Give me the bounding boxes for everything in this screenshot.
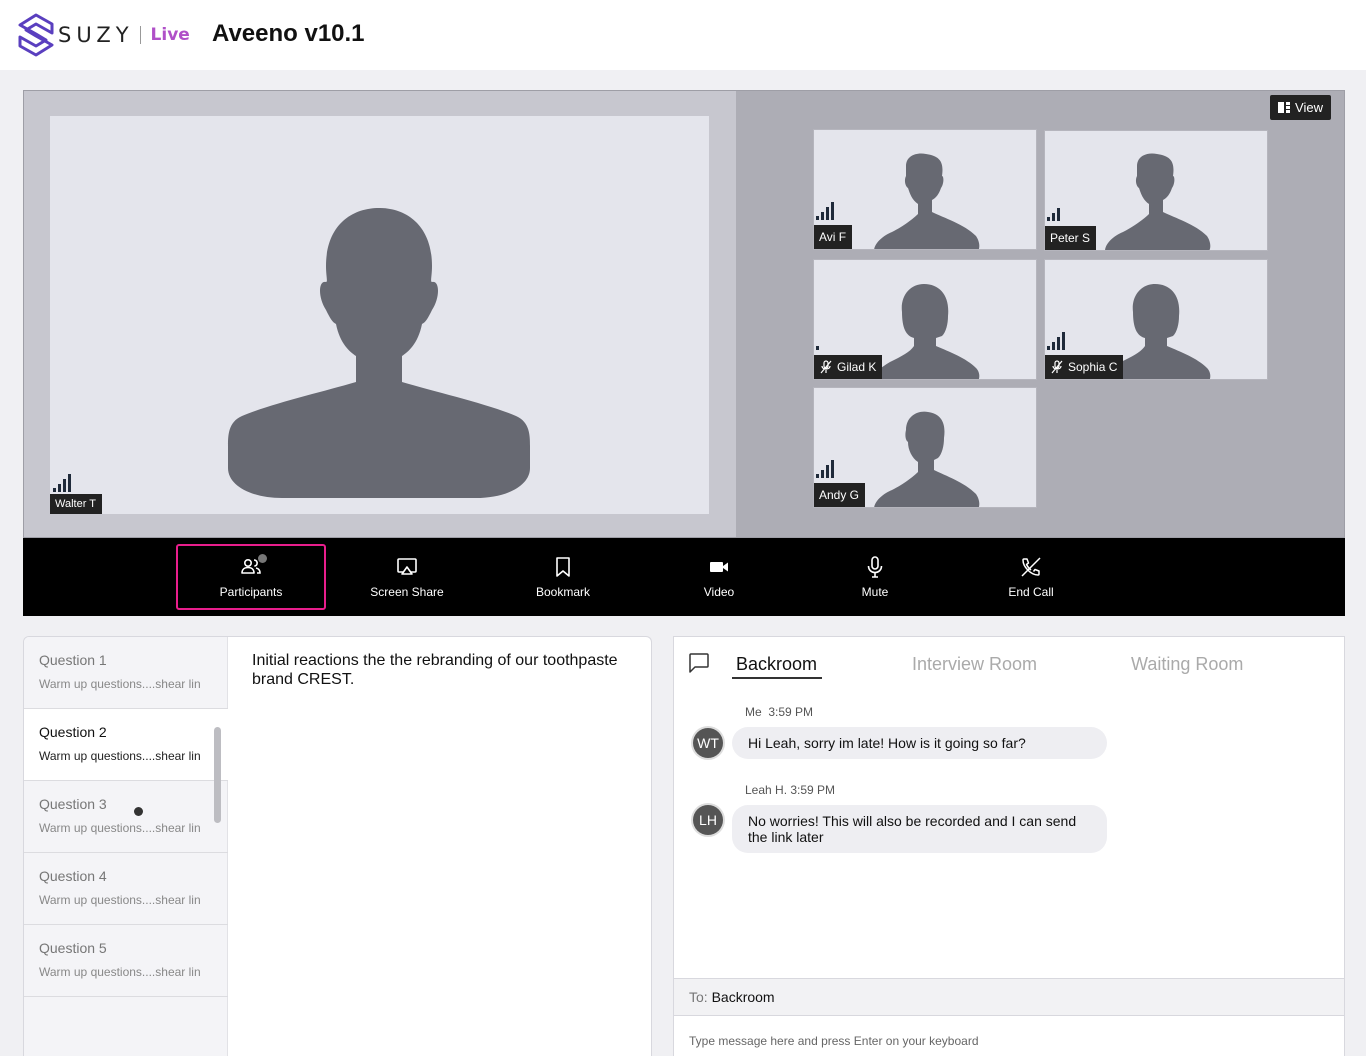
mic-off-icon: [1051, 360, 1063, 374]
message-input[interactable]: [689, 1034, 1329, 1048]
mute-label: Mute: [861, 585, 889, 599]
brand-live: Live: [150, 25, 190, 45]
signal-strength-icon: [816, 460, 834, 478]
participant-name-tag: Sophia C: [1045, 355, 1124, 379]
tab-interview-room[interactable]: Interview Room: [912, 654, 1037, 675]
end-call-button[interactable]: End Call: [956, 544, 1106, 610]
page-title: Aveeno v10.1: [212, 20, 365, 47]
participant-name: Walter T: [55, 498, 96, 510]
call-toolbar: Participants Screen Share Bookmark Video…: [23, 538, 1345, 616]
question-item[interactable]: Question 4 Warm up questions....shear li…: [24, 853, 228, 925]
active-tab-indicator: [732, 677, 822, 679]
suzy-logo[interactable]: SUZY Live: [18, 13, 190, 57]
brand-separator: [139, 26, 141, 44]
person-silhouette-icon: [872, 284, 980, 379]
participant-name-tag: Walter T: [50, 494, 102, 514]
layout-grid-icon: [1278, 102, 1291, 113]
question-item-selected[interactable]: Question 2 Warm up questions....shear li…: [24, 709, 228, 781]
end-call-label: End Call: [1008, 585, 1054, 599]
question-subtitle: Warm up questions....shear lin: [39, 749, 201, 763]
signal-strength-icon: [1047, 208, 1060, 221]
question-detail-text: Initial reactions the the rebranding of …: [252, 652, 618, 688]
signal-strength-icon: [1047, 332, 1065, 350]
video-label: Video: [703, 585, 735, 599]
participant-tile[interactable]: Gilad K: [813, 259, 1037, 380]
question-list-scrollbar[interactable]: [214, 727, 221, 823]
person-silhouette-icon: [874, 411, 980, 507]
question-subtitle: Warm up questions....shear lin: [39, 677, 201, 691]
participant-name: Andy G: [819, 488, 860, 502]
participant-name-tag: Peter S: [1045, 226, 1097, 250]
end-call-icon: [1021, 557, 1041, 577]
participant-name-tag: Andy G: [814, 483, 866, 507]
message-bubble: Hi Leah, sorry im late! How is it going …: [732, 727, 1107, 759]
question-title: Question 2: [39, 724, 107, 740]
screen-share-button[interactable]: Screen Share: [332, 544, 482, 610]
view-label: View: [1295, 100, 1323, 115]
question-subtitle: Warm up questions....shear lin: [39, 893, 201, 907]
participant-tile[interactable]: Peter S: [1044, 130, 1268, 251]
video-camera-icon: [710, 562, 728, 572]
participant-name: Sophia C: [1068, 360, 1118, 374]
person-silhouette-icon: [1105, 153, 1211, 250]
questions-panel: Question 1 Warm up questions....shear li…: [23, 636, 652, 1056]
bookmark-label: Bookmark: [535, 585, 591, 599]
question-subtitle: Warm up questions....shear lin: [39, 821, 201, 835]
main-video-tile[interactable]: Walter T: [50, 116, 709, 514]
participant-name-tag: Gilad K: [814, 355, 883, 379]
recipient-value: Backroom: [711, 989, 775, 1005]
signal-strength-icon: [816, 346, 819, 350]
participants-button[interactable]: Participants: [176, 544, 326, 610]
participant-tile[interactable]: Andy G: [813, 387, 1037, 508]
screen-share-icon: [397, 558, 417, 575]
suzy-s-icon: [18, 13, 54, 57]
main-video-area: Walter T: [24, 91, 736, 537]
status-dot: [134, 807, 143, 816]
recipient-bar[interactable]: To: Backroom: [674, 978, 1344, 1016]
message-meta: Leah H. 3:59 PM: [745, 783, 836, 797]
person-silhouette-icon: [874, 153, 980, 249]
brand-word: SUZY: [58, 23, 134, 47]
signal-strength-icon: [816, 202, 834, 220]
participants-label: Participants: [219, 585, 283, 599]
video-stage: Walter T View Avi F Peter S Gilad K Soph…: [23, 90, 1345, 538]
question-title: Question 5: [39, 940, 107, 956]
message-bubble: No worries! This will also be recorded a…: [732, 805, 1107, 853]
participant-name: Avi F: [819, 230, 847, 244]
bookmark-button[interactable]: Bookmark: [488, 544, 638, 610]
microphone-icon: [867, 556, 883, 578]
chat-bubble-icon: [689, 653, 709, 673]
avatar: WT: [693, 728, 723, 758]
question-list: Question 1 Warm up questions....shear li…: [24, 637, 228, 1056]
participant-name-tag: Avi F: [814, 225, 853, 249]
question-item[interactable]: Question 1 Warm up questions....shear li…: [24, 637, 228, 709]
participant-tile[interactable]: Sophia C: [1044, 259, 1268, 380]
avatar: LH: [693, 805, 723, 835]
notification-dot: [258, 554, 267, 563]
tab-backroom[interactable]: Backroom: [736, 654, 817, 675]
question-title: Question 1: [39, 652, 107, 668]
participant-name: Gilad K: [837, 360, 877, 374]
participant-name: Peter S: [1050, 231, 1091, 245]
tab-waiting-room[interactable]: Waiting Room: [1131, 654, 1243, 675]
view-layout-button[interactable]: View: [1270, 95, 1331, 120]
signal-strength-icon: [53, 474, 71, 492]
question-title: Question 4: [39, 868, 107, 884]
mic-off-icon: [820, 360, 832, 374]
recipient-label: To:: [689, 989, 708, 1005]
participant-tile[interactable]: Avi F: [813, 129, 1037, 250]
chat-panel: Backroom Interview Room Waiting Room Me …: [673, 636, 1345, 1056]
bookmark-icon: [556, 557, 570, 577]
person-silhouette-icon: [228, 208, 530, 498]
question-item[interactable]: Question 5 Warm up questions....shear li…: [24, 925, 228, 997]
video-button[interactable]: Video: [644, 544, 794, 610]
question-subtitle: Warm up questions....shear lin: [39, 965, 201, 979]
mute-button[interactable]: Mute: [800, 544, 950, 610]
screen-share-label: Screen Share: [370, 585, 444, 599]
message-meta: Me 3:59 PM: [745, 705, 814, 719]
question-item[interactable]: Question 3 Warm up questions....shear li…: [24, 781, 228, 853]
app-header: SUZY Live Aveeno v10.1: [0, 0, 1366, 70]
